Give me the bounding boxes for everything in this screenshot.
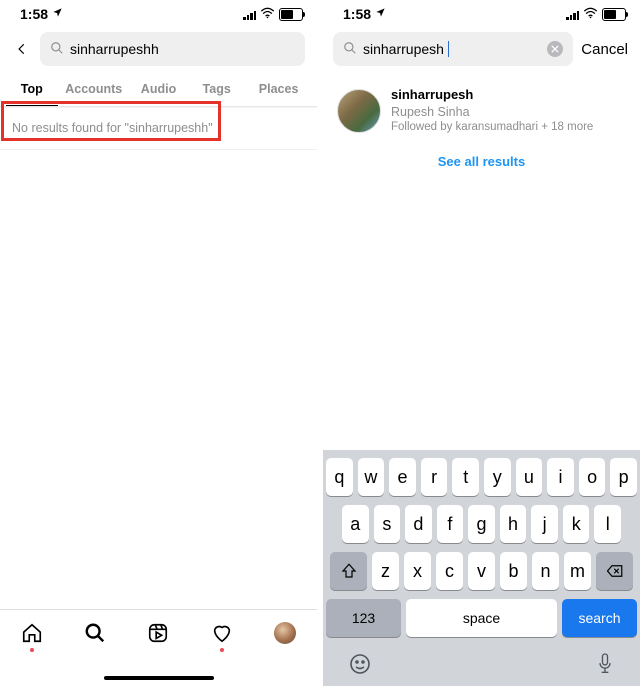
result-username: sinharrupesh <box>391 86 593 104</box>
kbd-row3: z x c v b n m <box>326 552 637 590</box>
location-icon <box>52 7 63 21</box>
cellular-icon <box>566 9 579 20</box>
key-f[interactable]: f <box>437 505 464 543</box>
result-row[interactable]: sinharrupesh Rupesh Sinha Followed by ka… <box>323 80 640 142</box>
nav-profile[interactable] <box>272 620 298 646</box>
key-space[interactable]: space <box>406 599 557 637</box>
status-bar: 1:58 <box>323 0 640 24</box>
key-n[interactable]: n <box>532 552 559 590</box>
kbd-row2: a s d f g h j k l <box>326 505 637 543</box>
key-y[interactable]: y <box>484 458 511 496</box>
key-l[interactable]: l <box>594 505 621 543</box>
key-a[interactable]: a <box>342 505 369 543</box>
notification-dot <box>220 648 224 652</box>
search-input[interactable]: sinharrupeshh <box>40 32 305 66</box>
clear-button[interactable] <box>547 41 563 57</box>
key-x[interactable]: x <box>404 552 431 590</box>
key-s[interactable]: s <box>374 505 401 543</box>
result-followed: Followed by karansumadhari + 18 more <box>391 120 593 136</box>
search-icon <box>50 41 64 58</box>
nav-reels[interactable] <box>145 620 171 646</box>
key-b[interactable]: b <box>500 552 527 590</box>
key-j[interactable]: j <box>531 505 558 543</box>
key-q[interactable]: q <box>326 458 353 496</box>
phone-left: 1:58 sinharrupeshh <box>0 0 320 686</box>
avatar <box>337 89 381 133</box>
status-time: 1:58 <box>20 6 48 22</box>
notification-dot <box>30 648 34 652</box>
key-v[interactable]: v <box>468 552 495 590</box>
key-i[interactable]: i <box>547 458 574 496</box>
location-icon <box>375 7 386 21</box>
cellular-icon <box>243 9 256 20</box>
wifi-icon <box>583 7 598 22</box>
see-all-link[interactable]: See all results <box>323 142 640 181</box>
key-m[interactable]: m <box>564 552 591 590</box>
tab-places[interactable]: Places <box>246 74 311 106</box>
key-h[interactable]: h <box>500 505 527 543</box>
emoji-button[interactable] <box>348 652 372 682</box>
search-header: sinharrupesh Cancel <box>323 24 640 74</box>
search-text: sinharrupeshh <box>70 41 159 57</box>
key-p[interactable]: p <box>610 458 637 496</box>
nav-home[interactable] <box>19 620 45 646</box>
key-shift[interactable] <box>330 552 367 590</box>
nav-activity[interactable] <box>209 620 235 646</box>
key-r[interactable]: r <box>421 458 448 496</box>
key-123[interactable]: 123 <box>326 599 401 637</box>
annotation-highlight <box>1 101 221 141</box>
mic-button[interactable] <box>595 652 615 682</box>
key-search[interactable]: search <box>562 599 637 637</box>
bottom-nav <box>0 609 317 686</box>
key-t[interactable]: t <box>452 458 479 496</box>
phone-right: 1:58 sinharrupesh <box>323 0 640 686</box>
key-c[interactable]: c <box>436 552 463 590</box>
key-k[interactable]: k <box>563 505 590 543</box>
home-indicator <box>104 676 214 680</box>
result-fullname: Rupesh Sinha <box>391 104 593 121</box>
key-g[interactable]: g <box>468 505 495 543</box>
key-o[interactable]: o <box>579 458 606 496</box>
avatar <box>274 622 296 644</box>
back-button[interactable] <box>12 39 32 59</box>
key-e[interactable]: e <box>389 458 416 496</box>
status-time: 1:58 <box>343 6 371 22</box>
search-text: sinharrupesh <box>363 41 444 57</box>
nav-search[interactable] <box>82 620 108 646</box>
wifi-icon <box>260 7 275 22</box>
search-header: sinharrupeshh <box>0 24 317 74</box>
key-d[interactable]: d <box>405 505 432 543</box>
key-z[interactable]: z <box>372 552 399 590</box>
search-icon <box>343 41 357 58</box>
status-bar: 1:58 <box>0 0 317 24</box>
text-cursor <box>448 41 450 57</box>
keyboard: q w e r t y u i o p a s d f g h j k l <box>323 450 640 686</box>
battery-icon <box>279 8 303 21</box>
key-w[interactable]: w <box>358 458 385 496</box>
cancel-button[interactable]: Cancel <box>581 41 628 58</box>
key-u[interactable]: u <box>516 458 543 496</box>
battery-icon <box>602 8 626 21</box>
kbd-row1: q w e r t y u i o p <box>326 458 637 496</box>
search-input[interactable]: sinharrupesh <box>333 32 573 66</box>
key-backspace[interactable] <box>596 552 633 590</box>
kbd-row4: 123 space search <box>326 599 637 637</box>
